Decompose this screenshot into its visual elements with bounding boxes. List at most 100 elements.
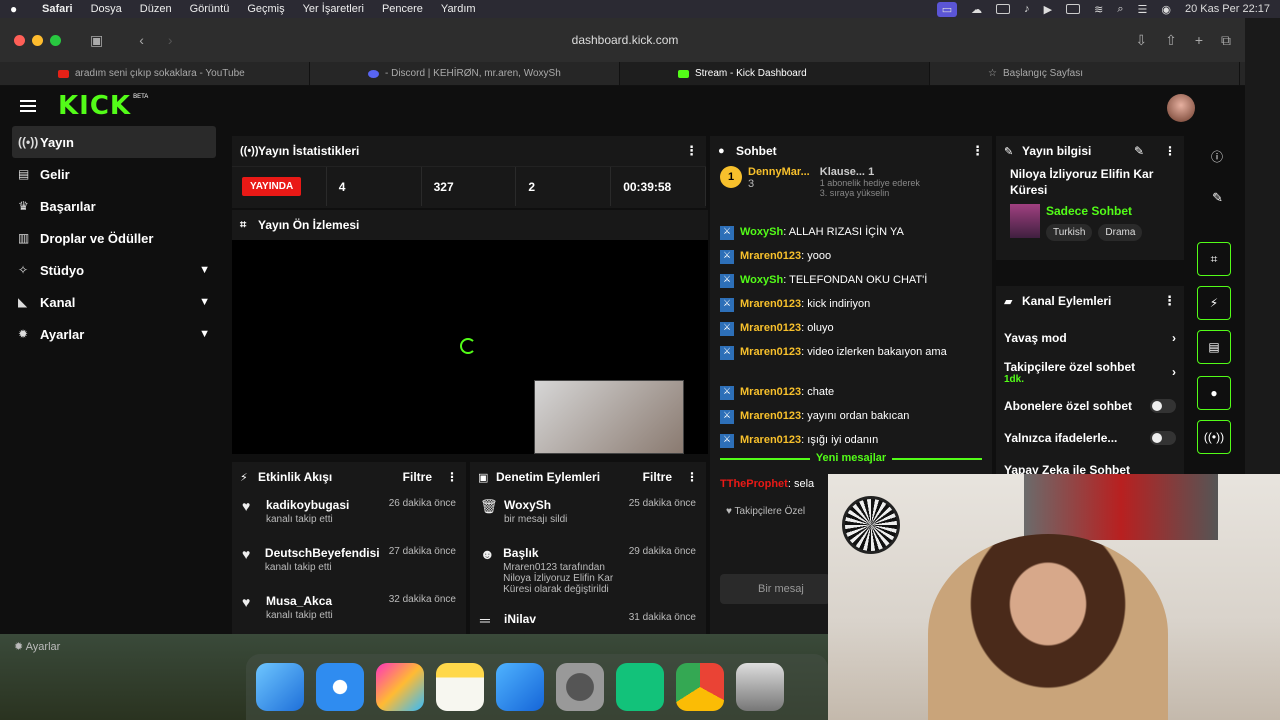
sidebar-toggle-icon[interactable]: ▣ [90,32,103,49]
chat-user[interactable]: TTheProphet [720,478,788,490]
chat-user[interactable]: Mraren0123 [740,410,801,422]
sidebar-item-kanal[interactable]: ◣ Kanal ▼ [12,286,216,318]
more-icon[interactable]: ⋮ [1163,293,1176,309]
category-thumbnail[interactable] [1010,204,1040,238]
slow-mode-row[interactable]: Yavaş mod › [996,322,1184,354]
clock[interactable]: 20 Kas Per 22:17 [1185,3,1270,15]
chat-user[interactable]: Mraren0123 [740,386,801,398]
cloud-icon[interactable]: ☁ [971,3,982,16]
wifi-icon[interactable]: ≋ [1094,3,1103,16]
info-icon[interactable]: ⓘ [1211,148,1223,165]
menu-app[interactable]: Safari [42,3,73,15]
new-messages-divider[interactable]: Yeni mesajlar [720,452,982,474]
edit-icon[interactable]: ✎ [1134,144,1144,158]
chat-user[interactable]: Mraren0123 [740,434,801,446]
sidebar-item-ayarlar[interactable]: ✹ Ayarlar ▼ [12,318,216,350]
notes-icon[interactable]: ▤ [1197,330,1231,364]
notes-icon[interactable] [436,663,484,711]
url-text[interactable]: dashboard.kick.com [572,33,679,47]
more-icon[interactable]: ⋮ [446,470,458,484]
user-name[interactable]: Musa_Akca [266,594,333,608]
tab-overview-icon[interactable]: ⧉ [1221,32,1231,49]
subscribers-only-toggle[interactable] [1150,399,1176,413]
play-icon[interactable]: ▶ [1044,3,1052,16]
edit-icon[interactable]: ✎ [1212,190,1223,206]
control-center-icon[interactable]: ☰ [1138,3,1148,16]
menu-item[interactable]: Dosya [91,3,122,15]
battery-icon[interactable] [1066,4,1081,14]
share-icon[interactable]: ⇧ [1165,32,1177,49]
menu-icon[interactable] [20,100,36,112]
siri-icon[interactable]: ◉ [1161,3,1171,16]
address-bar[interactable]: dashboard.kick.com [370,27,880,53]
chrome-icon[interactable] [676,663,724,711]
apple-icon[interactable]: ● [10,2,26,16]
tab-kick-dashboard[interactable]: Stream - Kick Dashboard [620,62,930,85]
tab-youtube[interactable]: aradım seni çıkıp sokaklara - YouTube [0,62,310,85]
tag[interactable]: Turkish [1046,224,1093,241]
screen-recorder-icon[interactable] [616,663,664,711]
menu-item[interactable]: Yardım [441,3,476,15]
user-name[interactable]: DeutschBeyefendisi [265,546,380,560]
sidebar-item-yayin[interactable]: ((•)) Yayın [12,126,216,158]
avatar[interactable] [1167,94,1195,122]
close-window-button[interactable] [14,34,25,46]
category-name[interactable]: Sadece Sohbet [1046,204,1148,218]
filter-button[interactable]: Filtre [643,470,672,484]
filter-button[interactable]: Filtre [403,470,432,484]
safari-icon[interactable] [316,663,364,711]
chat-user[interactable]: Mraren0123 [740,346,801,358]
leader-entry[interactable]: 1 DennyMar... 3 [720,166,810,224]
search-icon[interactable]: ⌕ [1117,3,1123,16]
chat-user[interactable]: WoxySh [740,274,783,286]
broadcast-icon[interactable]: ((•)) [1197,420,1231,454]
chat-user[interactable]: WoxySh [740,226,783,238]
followers-only-row[interactable]: Takipçilere özel sohbet 1dk. › [996,354,1184,390]
layout-icon[interactable]: ⌗ [1197,242,1231,276]
display-icon[interactable] [996,4,1011,14]
minimize-window-button[interactable] [32,34,43,46]
sidebar-item-gelir[interactable]: ▤ Gelir [12,158,216,190]
ai-chat-row[interactable]: Yapay Zeka ile Sohbet [996,454,1184,474]
gift-prompt[interactable]: Klause... 1 1 abonelik hediye ederek 3. … [820,166,930,224]
menu-item[interactable]: Pencere [382,3,423,15]
forward-icon[interactable]: › [168,32,173,48]
bolt-icon[interactable]: ⚡ [1197,286,1231,320]
volume-icon[interactable]: ♪ [1024,3,1030,15]
chat-input[interactable]: Bir mesaj [720,574,830,604]
sidebar-item-studyo[interactable]: ✧ Stüdyo ▼ [12,254,216,286]
tag[interactable]: Drama [1098,224,1143,241]
more-icon[interactable]: ⋮ [1164,144,1176,158]
new-tab-icon[interactable]: + [1195,32,1203,48]
emotes-only-toggle[interactable] [1150,431,1176,445]
finder-icon[interactable] [256,663,304,711]
user-name[interactable]: kadikoybugasi [266,498,349,512]
tab-discord[interactable]: - Discord | KEHİRØN, mr.aren, WoxySh [310,62,620,85]
chat-user[interactable]: Mraren0123 [740,298,801,310]
more-icon[interactable]: ⋮ [971,143,984,159]
menu-item[interactable]: Geçmiş [247,3,284,15]
more-icon[interactable]: ⋮ [685,143,698,159]
sidebar-item-droplar[interactable]: ▥ Droplar ve Ödüller [12,222,216,254]
app-store-icon[interactable] [496,663,544,711]
back-icon[interactable]: ‹ [139,32,144,48]
video-preview[interactable] [232,240,708,454]
menu-item[interactable]: Görüntü [190,3,230,15]
screen-record-icon[interactable]: ▭ [936,1,958,17]
user-name[interactable]: WoxySh [504,498,567,512]
menu-item[interactable]: Düzen [140,3,172,15]
chat-user[interactable]: Mraren0123 [740,322,801,334]
launchpad-icon[interactable] [376,663,424,711]
sidebar-item-basarilar[interactable]: ♛ Başarılar [12,190,216,222]
chat-bubble-icon[interactable]: ● [1197,376,1231,410]
more-icon[interactable]: ⋮ [686,470,698,484]
system-settings-icon[interactable] [556,663,604,711]
user-name[interactable]: iNilav [504,612,536,626]
zoom-window-button[interactable] [50,34,61,46]
chat-user[interactable]: Mraren0123 [740,250,801,262]
download-icon[interactable]: ⇩ [1135,32,1147,49]
preview-icon[interactable] [736,663,784,711]
tab-start-page[interactable]: ☆ Başlangıç Sayfası [930,62,1240,85]
kick-logo[interactable]: KICK [58,91,131,121]
menu-item[interactable]: Yer İşaretleri [303,3,364,15]
